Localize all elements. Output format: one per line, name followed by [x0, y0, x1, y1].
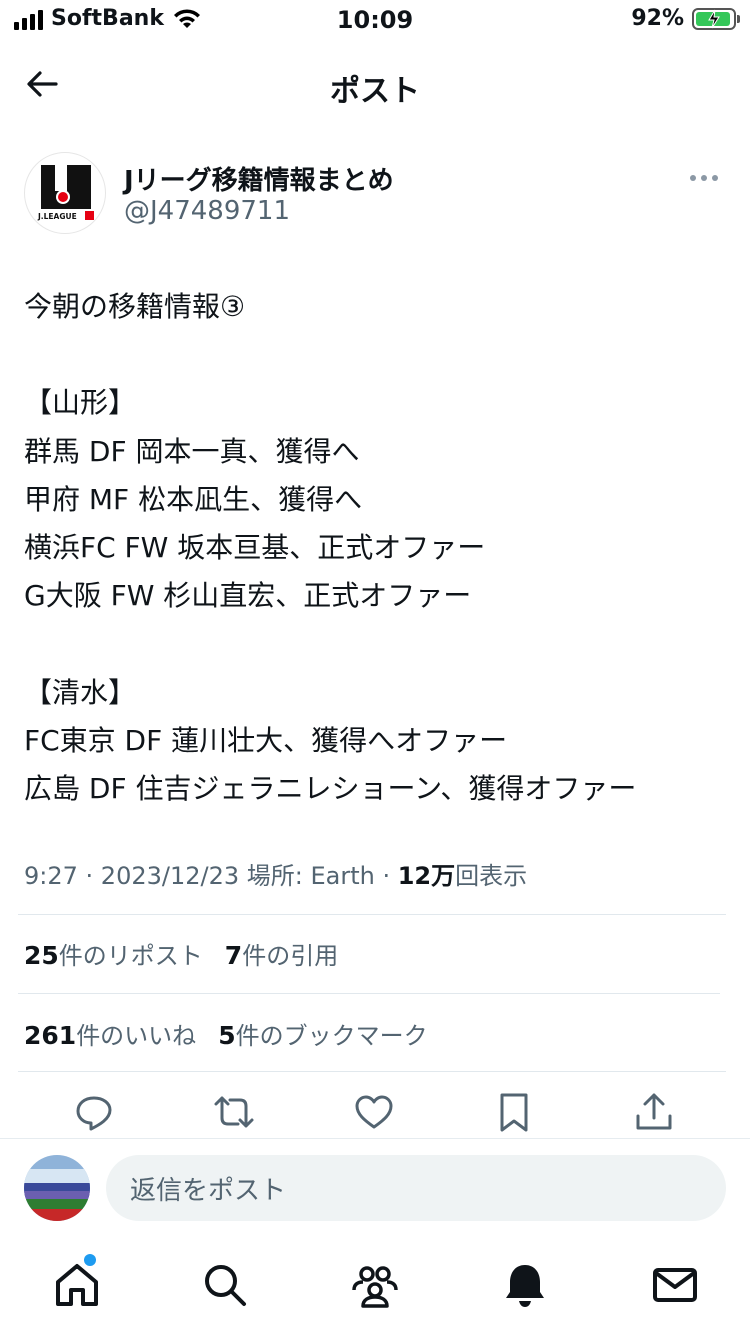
battery-charging-icon	[692, 7, 740, 30]
post-header: ポスト	[0, 52, 750, 116]
author-name[interactable]: Jリーグ移籍情報まとめ	[124, 160, 394, 197]
reposts-label: 件のリポスト	[58, 942, 203, 970]
post-line	[24, 331, 724, 379]
like-stats: 261件のいいね 5件のブックマーク	[24, 1016, 428, 1051]
avatar-text: J.LEAGUE	[37, 212, 77, 221]
user-avatar[interactable]	[24, 1155, 90, 1221]
post-line: 今朝の移籍情報③	[24, 290, 246, 323]
author-handle[interactable]: @J47489711	[124, 196, 290, 226]
notifications-icon[interactable]	[500, 1260, 550, 1310]
bookmark-icon[interactable]	[492, 1090, 536, 1134]
search-icon[interactable]	[200, 1260, 250, 1310]
quotes-count: 7	[224, 941, 243, 970]
divider	[18, 914, 726, 915]
views-label: 回表示	[455, 862, 528, 890]
communities-icon[interactable]	[350, 1260, 400, 1310]
bookmarks-count: 5	[218, 1021, 236, 1050]
post-line: FC東京 DF 蓮川壮大、獲得へオファー	[24, 723, 508, 757]
repost-stats: 25件のリポスト 7件の引用	[24, 936, 338, 971]
reply-input[interactable]: 返信をポスト	[106, 1155, 726, 1221]
author-avatar[interactable]: J.LEAGUE	[24, 152, 106, 234]
divider	[18, 1071, 726, 1072]
post-line: 横浜FC FW 坂本亘基、正式オファー	[24, 530, 486, 564]
notification-dot	[84, 1254, 96, 1266]
battery-percent: 92%	[631, 6, 684, 31]
reply-icon[interactable]	[72, 1090, 116, 1134]
more-options-icon[interactable]	[690, 166, 726, 190]
post-text: 今朝の移籍情報③ 【山形】 群馬 DF 岡本一真、獲得へ 甲府 MF 松本凪生、…	[24, 283, 724, 813]
reposts-count: 25	[24, 941, 59, 970]
meta-separator: ·	[374, 862, 398, 890]
share-icon[interactable]	[632, 1090, 676, 1134]
post-meta: 9:27 · 2023/12/23 場所: Earth · 12万回表示	[24, 856, 527, 891]
post-line: 広島 DF 住吉ジェラニレショーン、獲得オファー	[24, 771, 637, 805]
divider	[18, 993, 720, 994]
bottom-tab-bar	[0, 1250, 750, 1334]
stadium-photo-icon	[24, 1155, 90, 1221]
post-location: 場所: Earth	[246, 862, 375, 890]
meta-separator: ·	[77, 862, 101, 890]
post-line: 群馬 DF 岡本一真、獲得へ	[24, 434, 360, 468]
home-icon[interactable]	[52, 1260, 102, 1310]
post-line: 【山形】	[24, 386, 137, 420]
likes-count: 261	[24, 1021, 77, 1050]
post-line	[24, 620, 724, 668]
likes-link[interactable]: 261件のいいね	[24, 1021, 197, 1050]
post-line: G大阪 FW 杉山直宏、正式オファー	[24, 579, 472, 613]
post-actions	[0, 1090, 750, 1138]
page-title: ポスト	[330, 74, 420, 109]
status-bar: SoftBank 10:09 92%	[0, 0, 750, 42]
bookmarks-label: 件のブックマーク	[235, 1022, 428, 1050]
post-line: 【清水】	[24, 675, 137, 709]
like-icon[interactable]	[352, 1090, 396, 1134]
views-count: 12万	[397, 862, 456, 890]
quotes-link[interactable]: 7件の引用	[224, 941, 339, 970]
likes-label: 件のいいね	[76, 1022, 197, 1050]
bookmarks-link[interactable]: 5件のブックマーク	[218, 1021, 428, 1050]
messages-icon[interactable]	[650, 1260, 700, 1310]
status-right: 92%	[631, 6, 740, 31]
post-date[interactable]: 2023/12/23	[101, 862, 239, 890]
reposts-link[interactable]: 25件のリポスト	[24, 941, 203, 970]
post-line: 甲府 MF 松本凪生、獲得へ	[24, 482, 363, 516]
jleague-logo-icon: J.LEAGUE	[37, 165, 94, 221]
quotes-label: 件の引用	[242, 942, 339, 970]
repost-icon[interactable]	[212, 1090, 256, 1134]
post-time[interactable]: 9:27	[24, 862, 78, 890]
reply-composer: 返信をポスト	[0, 1138, 750, 1239]
